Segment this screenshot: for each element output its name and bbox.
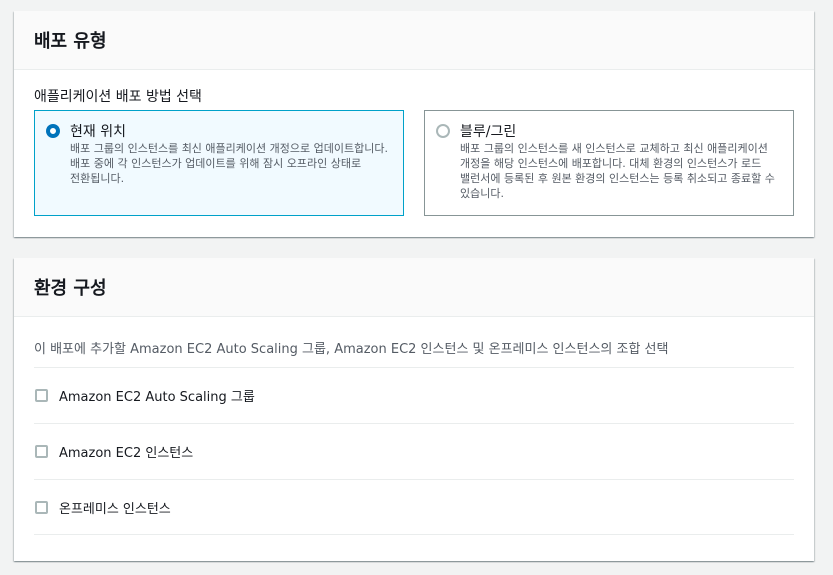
option-ec2-instances[interactable]: Amazon EC2 인스턴스 xyxy=(34,423,794,479)
ec2-instances-label: Amazon EC2 인스턴스 xyxy=(59,446,194,461)
option-on-premises-instances[interactable]: 온프레미스 인스턴스 xyxy=(34,479,794,535)
auto-scaling-group-label: Amazon EC2 Auto Scaling 그룹 xyxy=(59,390,255,405)
deployment-type-header: 배포 유형 xyxy=(14,11,814,70)
deployment-type-panel: 배포 유형 애플리케이션 배포 방법 선택 현재 위치 배포 그룹의 인스턴스를… xyxy=(14,11,814,237)
on-premises-instances-checkbox[interactable] xyxy=(35,500,48,514)
on-premises-instances-label: 온프레미스 인스턴스 xyxy=(59,501,171,517)
deployment-type-title: 배포 유형 xyxy=(34,31,107,52)
in-place-description: 배포 그룹의 인스턴스를 최신 애플리케이션 개정으로 업데이트합니다. 배포 … xyxy=(70,142,388,185)
deployment-method-label: 애플리케이션 배포 방법 선택 xyxy=(34,89,202,105)
environment-description: 이 배포에 추가할 Amazon EC2 Auto Scaling 그룹, Am… xyxy=(34,342,669,357)
environment-config-header: 환경 구성 xyxy=(14,258,814,317)
blue-green-description: 배포 그룹의 인스턴스를 새 인스턴스로 교체하고 최신 애플리케이션 개정을 … xyxy=(460,142,775,200)
in-place-radio[interactable] xyxy=(46,124,60,138)
ec2-instances-checkbox[interactable] xyxy=(35,445,48,458)
environment-config-title: 환경 구성 xyxy=(34,278,107,299)
auto-scaling-group-checkbox[interactable] xyxy=(35,389,48,402)
environment-config-panel: 환경 구성 이 배포에 추가할 Amazon EC2 Auto Scaling … xyxy=(14,258,814,561)
in-place-title: 현재 위치 xyxy=(70,124,126,140)
in-place-option-tile[interactable]: 현재 위치 배포 그룹의 인스턴스를 최신 애플리케이션 개정으로 업데이트합니… xyxy=(34,110,404,216)
blue-green-radio[interactable] xyxy=(436,124,450,138)
option-auto-scaling-group[interactable]: Amazon EC2 Auto Scaling 그룹 xyxy=(34,367,794,423)
blue-green-option-tile[interactable]: 블루/그린 배포 그룹의 인스턴스를 새 인스턴스로 교체하고 최신 애플리케이… xyxy=(424,110,794,216)
blue-green-title: 블루/그린 xyxy=(460,124,517,140)
